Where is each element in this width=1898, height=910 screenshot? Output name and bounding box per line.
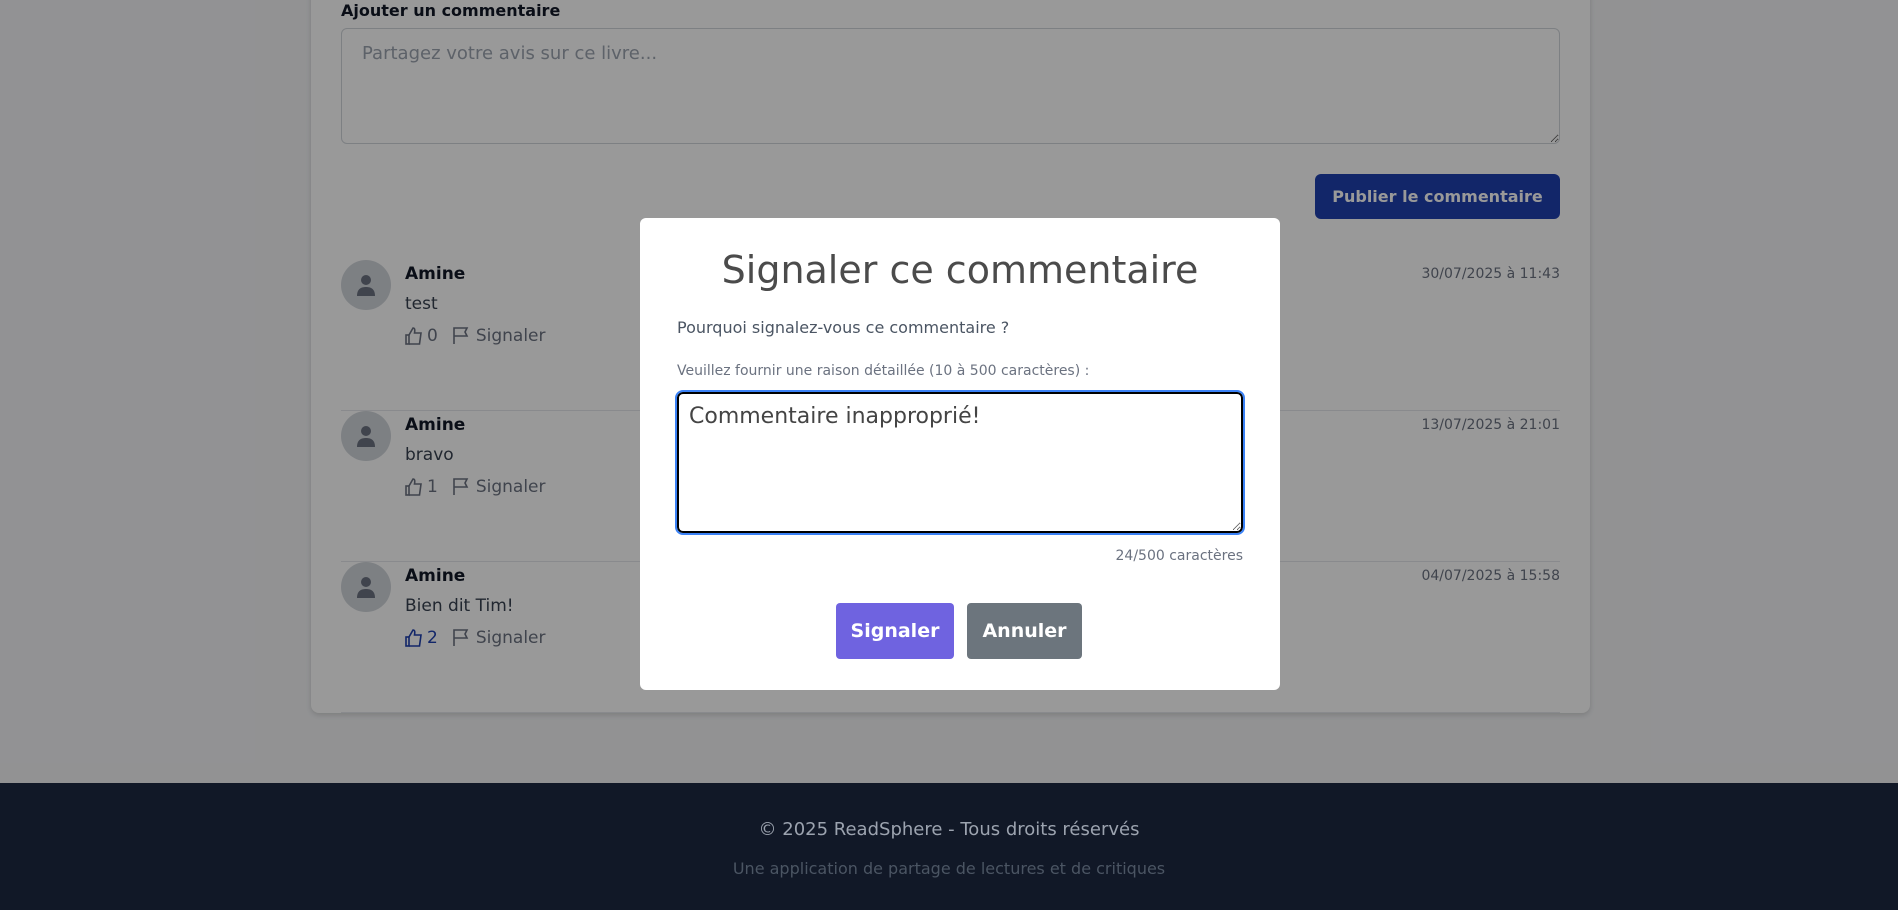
reason-input[interactable]	[675, 390, 1245, 535]
reason-label: Veuillez fournir une raison détaillée (1…	[677, 363, 1090, 379]
footer-tagline: Une application de partage de lectures e…	[732, 859, 1166, 878]
cancel-button[interactable]: Annuler	[967, 603, 1082, 659]
char-counter: 24/500 caractères	[1115, 548, 1243, 564]
submit-report-button[interactable]: Signaler	[836, 603, 954, 659]
modal-title: Signaler ce commentaire	[721, 248, 1199, 292]
footer-copyright: © 2025 ReadSphere - Tous droits réservés	[758, 819, 1140, 840]
report-modal: Signaler ce commentaire Pourquoi signale…	[640, 218, 1280, 690]
footer: © 2025 ReadSphere - Tous droits réservés…	[0, 783, 1898, 910]
modal-question: Pourquoi signalez-vous ce commentaire ?	[677, 318, 1010, 337]
